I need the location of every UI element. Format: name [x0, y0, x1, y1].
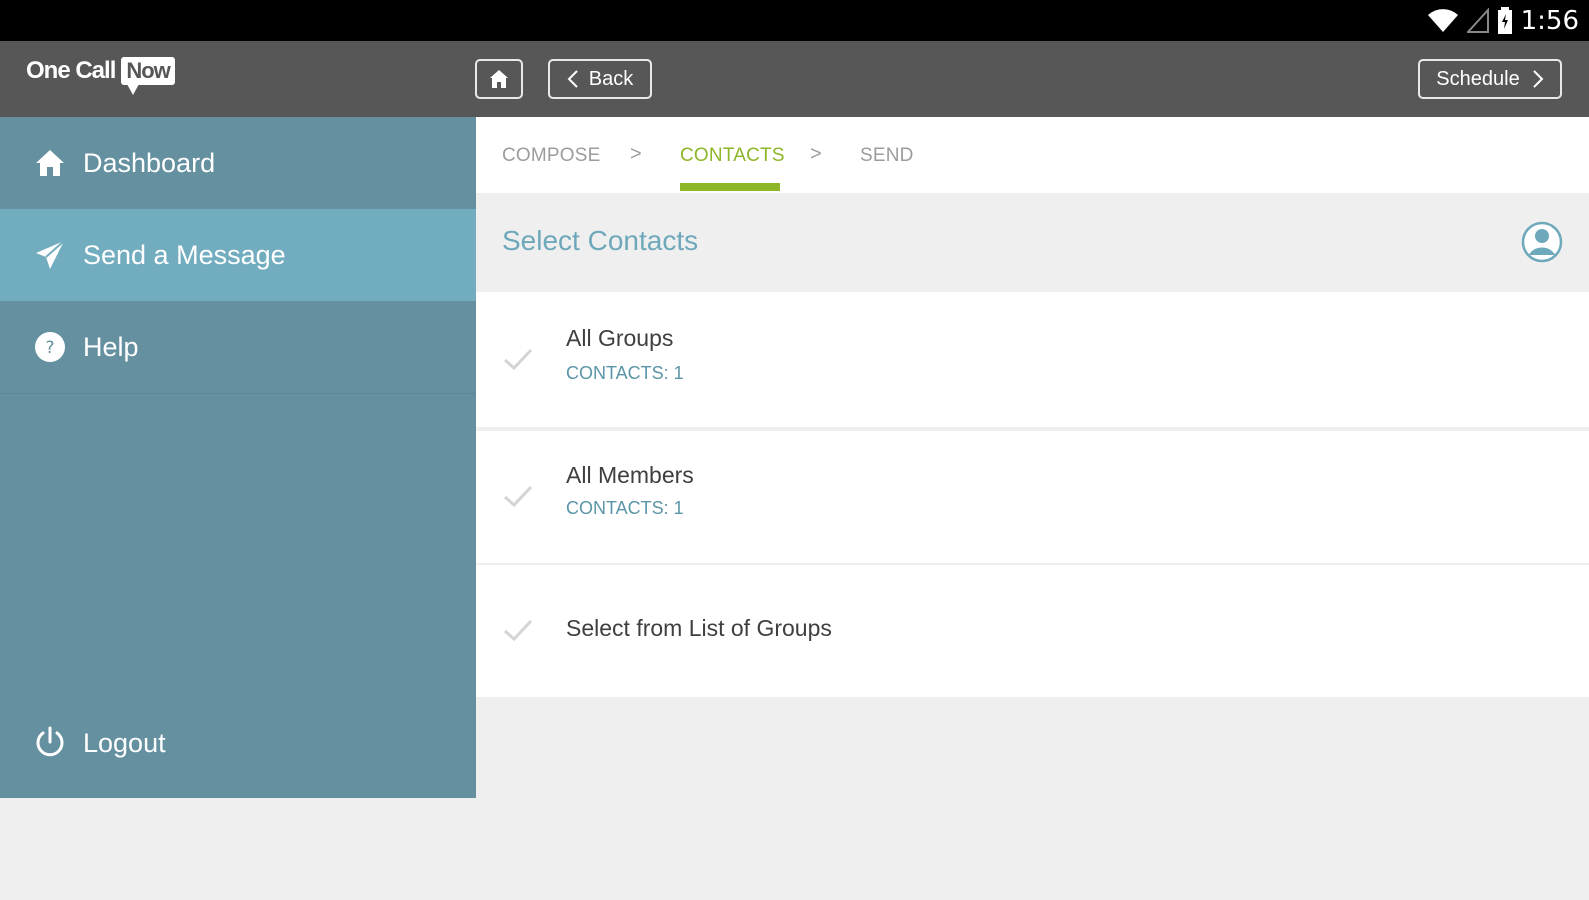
sidebar-item-send-a-message[interactable]: Send a Message: [0, 209, 476, 301]
cellular-signal-icon: [1466, 8, 1489, 33]
app-header: One Call Now Back Schedule: [0, 41, 1589, 117]
svg-text:?: ?: [45, 338, 54, 358]
logout-label: Logout: [83, 727, 166, 758]
list-item-count: CONTACTS: 1: [566, 363, 684, 383]
tab-contacts[interactable]: CONTACTS: [680, 145, 785, 167]
schedule-label: Schedule: [1436, 67, 1520, 90]
home-icon: [33, 146, 67, 180]
list-item-title: All Groups: [566, 325, 674, 351]
step-separator: >: [630, 143, 642, 165]
select-contacts-header: Select Contacts: [476, 193, 1589, 292]
sidebar-item-label: Help: [83, 331, 139, 362]
check-icon: [504, 485, 533, 508]
chevron-left-icon: [567, 70, 578, 88]
list-item-title: Select from List of Groups: [566, 615, 832, 641]
back-button[interactable]: Back: [548, 59, 652, 99]
status-bar: 1:56: [0, 0, 1589, 41]
paper-plane-icon: [33, 238, 67, 272]
logo-text: One Call: [26, 57, 116, 84]
sidebar: Dashboard Send a Message ? Help Logout: [0, 117, 476, 798]
check-icon: [504, 619, 533, 642]
schedule-button[interactable]: Schedule: [1418, 59, 1562, 99]
step-tabs: COMPOSE > CONTACTS > SEND: [476, 117, 1589, 193]
home-button[interactable]: [475, 59, 523, 99]
step-separator: >: [810, 143, 822, 165]
active-tab-indicator: [680, 183, 780, 191]
sidebar-item-label: Dashboard: [83, 147, 216, 178]
check-icon: [504, 348, 533, 371]
power-icon: [33, 726, 67, 760]
list-item-count: CONTACTS: 1: [566, 498, 684, 518]
logo-now-badge: Now: [121, 57, 175, 85]
wifi-icon: [1427, 9, 1458, 32]
tab-compose[interactable]: COMPOSE: [502, 145, 601, 167]
sidebar-item-help[interactable]: ? Help: [0, 301, 476, 393]
clock: 1:56: [1520, 6, 1579, 36]
chevron-right-icon: [1532, 70, 1544, 88]
list-item-title: All Members: [566, 462, 694, 488]
sidebar-item-dashboard[interactable]: Dashboard: [0, 117, 476, 209]
list-item-all-groups[interactable]: All Groups CONTACTS: 1: [476, 292, 1589, 427]
battery-icon: [1497, 7, 1512, 34]
list-item-all-members[interactable]: All Members CONTACTS: 1: [476, 431, 1589, 563]
help-icon: ?: [33, 330, 67, 364]
home-icon: [490, 70, 508, 88]
sidebar-item-label: Send a Message: [83, 239, 286, 270]
contact-icon[interactable]: [1521, 221, 1563, 263]
app-logo: One Call Now: [26, 57, 175, 95]
list-item-select-from-list-of-groups[interactable]: Select from List of Groups: [476, 565, 1589, 697]
page-title: Select Contacts: [502, 225, 699, 256]
back-label: Back: [588, 67, 634, 90]
logout-button[interactable]: Logout: [0, 697, 476, 789]
tab-send[interactable]: SEND: [860, 145, 914, 167]
